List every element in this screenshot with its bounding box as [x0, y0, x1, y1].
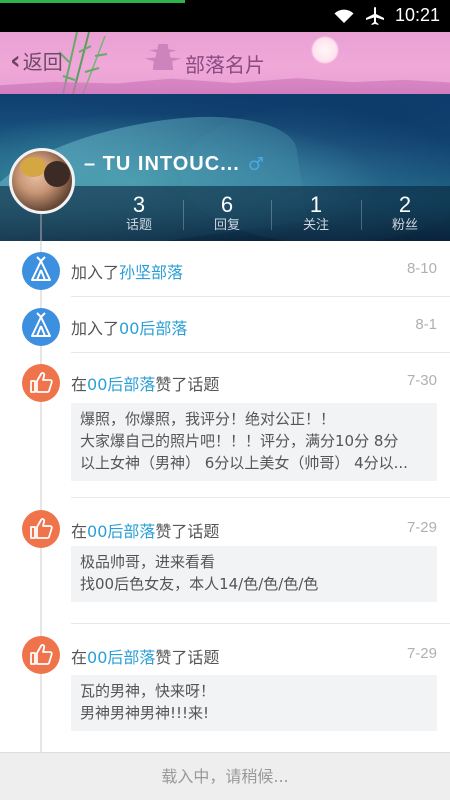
feed-item-like[interactable]: 在00后部落赞了话题 7-29 瓦的男神，快来呀！ 男神男神男神!!!来!: [0, 624, 450, 752]
status-bar: 10:21: [0, 0, 450, 32]
quote-line: 男神男神男神!!!来!: [80, 704, 210, 722]
feed-date: 8-1: [415, 316, 437, 333]
title-bar: ‹ 返回 部落名片: [0, 32, 450, 94]
stat-following[interactable]: 1 关注: [271, 186, 361, 241]
avatar-hair-1: [20, 157, 46, 177]
feed-suffix: 赞了话题: [155, 375, 220, 394]
male-gender-icon: ♂: [247, 154, 265, 175]
tribe-link[interactable]: 00后部落: [119, 319, 187, 338]
avatar[interactable]: [9, 148, 75, 214]
tribe-link[interactable]: 00后部落: [87, 522, 155, 541]
tent-icon: [22, 308, 60, 346]
feed-date: 7-29: [406, 519, 437, 536]
topic-quote[interactable]: 爆照，你爆照，我评分！绝对公正！！ 大家爆自己的照片吧！！！评分，满分10分 8…: [71, 403, 437, 481]
quote-line: 大家爆自己的照片吧！！！评分，满分10分 8分: [80, 432, 399, 450]
feed-suffix: 赞了话题: [155, 522, 220, 541]
feed-date: 8-10: [406, 260, 437, 277]
quote-line: 以上女神（男神） 6分以上美女（帅哥） 4分以...: [80, 454, 408, 472]
stat-label: 回复: [213, 218, 240, 233]
tribe-link[interactable]: 00后部落: [87, 375, 155, 394]
stat-label: 话题: [125, 218, 152, 233]
feed-item-like[interactable]: 在00后部落赞了话题 7-29 极品帅哥，进来看看 找00后色女友，本人14/色…: [0, 498, 450, 624]
airplane-icon: [365, 6, 384, 25]
status-icons: 10:21: [333, 5, 440, 26]
thumbs-up-icon: [22, 636, 60, 674]
stat-value: 3: [132, 192, 146, 217]
feed-text: 加入了孙坚部落: [71, 259, 183, 283]
topic-quote[interactable]: 极品帅哥，进来看看 找00后色女友，本人14/色/色/色/色: [71, 546, 437, 602]
tribe-link[interactable]: 孙坚部落: [119, 263, 183, 282]
quote-line: 爆照，你爆照，我评分！绝对公正！！: [80, 410, 336, 428]
feed-suffix: 赞了话题: [155, 648, 220, 667]
feed-date: 7-29: [406, 645, 437, 662]
feed-text: 在00后部落赞了话题: [71, 644, 219, 668]
feed-text: 在00后部落赞了话题: [71, 371, 219, 395]
stat-label: 关注: [302, 218, 329, 233]
feed-prefix: 在: [71, 522, 88, 541]
tribe-link[interactable]: 00后部落: [87, 648, 155, 667]
loading-indicator: 载入中，请稍候...: [0, 752, 450, 800]
quote-line: 极品帅哥，进来看看: [80, 553, 216, 571]
stat-label: 粉丝: [391, 218, 418, 233]
quote-line: 瓦的男神，快来呀！: [80, 682, 216, 700]
feed-prefix: 加入了: [71, 319, 120, 338]
tent-icon: [22, 252, 60, 290]
stat-value: 2: [398, 192, 412, 217]
feed-date: 7-30: [406, 372, 437, 389]
feed-item-join[interactable]: 加入了00后部落 8-1: [0, 297, 450, 353]
topic-quote[interactable]: 瓦的男神，快来呀！ 男神男神男神!!!来!: [71, 675, 437, 731]
feed-item-like[interactable]: 在00后部落赞了话题 7-30 爆照，你爆照，我评分！绝对公正！！ 大家爆自己的…: [0, 353, 450, 498]
stat-topics[interactable]: 3 话题: [95, 186, 183, 241]
stat-replies[interactable]: 6 回复: [183, 186, 271, 241]
feed-item-join[interactable]: 加入了孙坚部落 8-10: [0, 241, 450, 297]
avatar-hair-2: [44, 161, 70, 187]
username-row: – TU INTOUC... ♂: [84, 153, 264, 176]
feed-text: 加入了00后部落: [71, 315, 187, 339]
wifi-icon: [334, 9, 354, 23]
thumbs-up-icon: [22, 364, 60, 402]
username: – TU INTOUC...: [84, 153, 240, 175]
clock: 10:21: [394, 5, 440, 25]
page-title: 部落名片: [185, 53, 265, 77]
quote-line: 找00后色女友，本人14/色/色/色/色: [80, 575, 319, 593]
progress-line: [0, 0, 185, 3]
feed-prefix: 加入了: [71, 263, 120, 282]
stat-followers[interactable]: 2 粉丝: [361, 186, 449, 241]
stat-value: 6: [220, 192, 234, 217]
thumbs-up-icon: [22, 510, 60, 548]
feed-prefix: 在: [71, 375, 88, 394]
stat-value: 1: [309, 192, 323, 217]
feed-text: 在00后部落赞了话题: [71, 518, 219, 542]
feed-prefix: 在: [71, 648, 88, 667]
